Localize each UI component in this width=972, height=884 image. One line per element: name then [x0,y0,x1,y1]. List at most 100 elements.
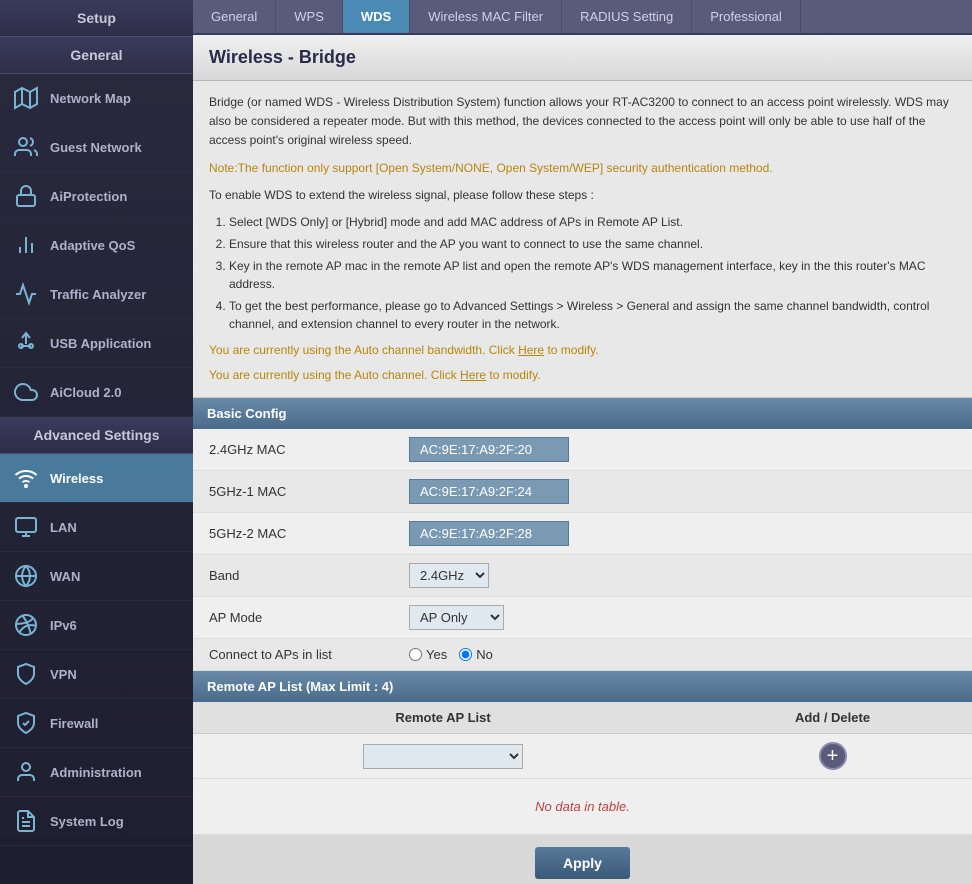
col-remote-ap: Remote AP List [193,702,693,734]
sidebar-item-label: AiProtection [50,189,127,204]
sidebar-item-wan[interactable]: WAN [0,552,193,601]
setup-header: Setup [0,0,193,37]
cloud-icon [12,378,40,406]
apply-row: Apply [193,835,972,884]
connect-yes-radio[interactable] [409,648,422,661]
sidebar-item-label: Network Map [50,91,131,106]
sidebar-item-label: Wireless [50,471,103,486]
tab-mac-filter[interactable]: Wireless MAC Filter [410,0,562,33]
sidebar-item-adaptive-qos[interactable]: Adaptive QoS [0,221,193,270]
channel-note-1-text: You are currently using the Auto channel… [209,343,518,357]
mac-5ghz2-value: AC:9E:17:A9:2F:28 [409,521,956,546]
sidebar-item-firewall[interactable]: Firewall [0,699,193,748]
log-icon [12,807,40,835]
remote-ap-section: Remote AP List (Max Limit : 4) Remote AP… [193,671,972,835]
mac-24ghz-value: AC:9E:17:A9:2F:20 [409,437,956,462]
connect-value: Yes No [409,647,956,662]
no-data-cell: No data in table. [193,779,972,835]
remote-ap-table: Remote AP List Add / Delete + [193,702,972,835]
ap-mode-value: AP Only WDS Only Hybrid [409,605,956,630]
ap-mode-row: AP Mode AP Only WDS Only Hybrid [193,597,972,639]
mac-24ghz-label: 2.4GHz MAC [209,442,409,457]
lock-icon [12,182,40,210]
sidebar-item-aicloud[interactable]: AiCloud 2.0 [0,368,193,417]
col-add-delete: Add / Delete [693,702,972,734]
sidebar-item-label: System Log [50,814,124,829]
basic-config-header: Basic Config [193,398,972,429]
connect-no-radio[interactable] [459,648,472,661]
add-ap-button[interactable]: + [819,742,847,770]
channel-note-2-text: You are currently using the Auto channel… [209,368,460,382]
band-label: Band [209,568,409,583]
remote-ap-dropdown[interactable] [363,744,523,769]
channel-note-1: You are currently using the Auto channel… [209,341,956,360]
connect-yes-label: Yes [409,647,447,662]
mac-5ghz1-value: AC:9E:17:A9:2F:24 [409,479,956,504]
no-data-text: No data in table. [209,787,956,826]
sidebar-item-label: LAN [50,520,77,535]
sidebar-item-label: Adaptive QoS [50,238,135,253]
sidebar-item-label: Administration [50,765,142,780]
ipv6-icon [12,611,40,639]
channel-note-2-end: to modify. [486,368,540,382]
sidebar-item-label: IPv6 [50,618,77,633]
tab-wps[interactable]: WPS [276,0,343,33]
tab-wds[interactable]: WDS [343,0,410,33]
sidebar-item-traffic-analyzer[interactable]: Traffic Analyzer [0,270,193,319]
channel-note-1-end: to modify. [544,343,598,357]
sidebar-item-system-log[interactable]: System Log [0,797,193,846]
admin-icon [12,758,40,786]
advanced-section-header: Advanced Settings [0,417,193,454]
ap-mode-label: AP Mode [209,610,409,625]
firewall-icon [12,709,40,737]
sidebar-item-ipv6[interactable]: IPv6 [0,601,193,650]
band-value: 2.4GHz 5GHz-1 5GHz-2 [409,563,956,588]
sidebar-item-wireless[interactable]: Wireless [0,454,193,503]
globe-icon [12,562,40,590]
ap-mode-select[interactable]: AP Only WDS Only Hybrid [409,605,504,630]
traffic-icon [12,280,40,308]
channel-here-2-link[interactable]: Here [460,368,486,382]
main-content: General WPS WDS Wireless MAC Filter RADI… [193,0,972,884]
sidebar-item-guest-network[interactable]: Guest Network [0,123,193,172]
map-icon [12,84,40,112]
sidebar-item-label: WAN [50,569,80,584]
add-delete-cell: + [693,734,972,779]
content-area: Wireless - Bridge Bridge (or named WDS -… [193,35,972,884]
users-icon [12,133,40,161]
sidebar-item-network-map[interactable]: Network Map [0,74,193,123]
chart-icon [12,231,40,259]
config-table: 2.4GHz MAC AC:9E:17:A9:2F:20 5GHz-1 MAC … [193,429,972,671]
step-1: Select [WDS Only] or [Hybrid] mode and a… [229,213,956,231]
step-2: Ensure that this wireless router and the… [229,235,956,253]
sidebar-item-administration[interactable]: Administration [0,748,193,797]
connect-row: Connect to APs in list Yes No [193,639,972,671]
sidebar-item-aiprotection[interactable]: AiProtection [0,172,193,221]
sidebar-item-label: VPN [50,667,77,682]
wifi-icon [12,464,40,492]
sidebar-item-label: Guest Network [50,140,142,155]
general-section-header: General [0,37,193,74]
band-select[interactable]: 2.4GHz 5GHz-1 5GHz-2 [409,563,489,588]
mac-24ghz-row: 2.4GHz MAC AC:9E:17:A9:2F:20 [193,429,972,471]
tab-professional[interactable]: Professional [692,0,801,33]
remote-ap-input-cell [193,734,693,779]
sidebar-item-label: Firewall [50,716,98,731]
tab-radius[interactable]: RADIUS Setting [562,0,692,33]
sidebar-item-label: USB Application [50,336,151,351]
page-title: Wireless - Bridge [193,35,972,81]
apply-button[interactable]: Apply [535,847,630,879]
sidebar-item-vpn[interactable]: VPN [0,650,193,699]
mac-5ghz1-display: AC:9E:17:A9:2F:24 [409,479,569,504]
steps-intro: To enable WDS to extend the wireless sig… [209,186,956,205]
sidebar-item-label: AiCloud 2.0 [50,385,122,400]
mac-24ghz-display: AC:9E:17:A9:2F:20 [409,437,569,462]
tab-general[interactable]: General [193,0,276,33]
no-data-row: No data in table. [193,779,972,835]
sidebar-item-lan[interactable]: LAN [0,503,193,552]
connect-no-label: No [459,647,493,662]
steps-list: Select [WDS Only] or [Hybrid] mode and a… [229,213,956,333]
channel-here-1-link[interactable]: Here [518,343,544,357]
sidebar-item-usb-application[interactable]: USB Application [0,319,193,368]
remote-ap-header: Remote AP List (Max Limit : 4) [193,671,972,702]
